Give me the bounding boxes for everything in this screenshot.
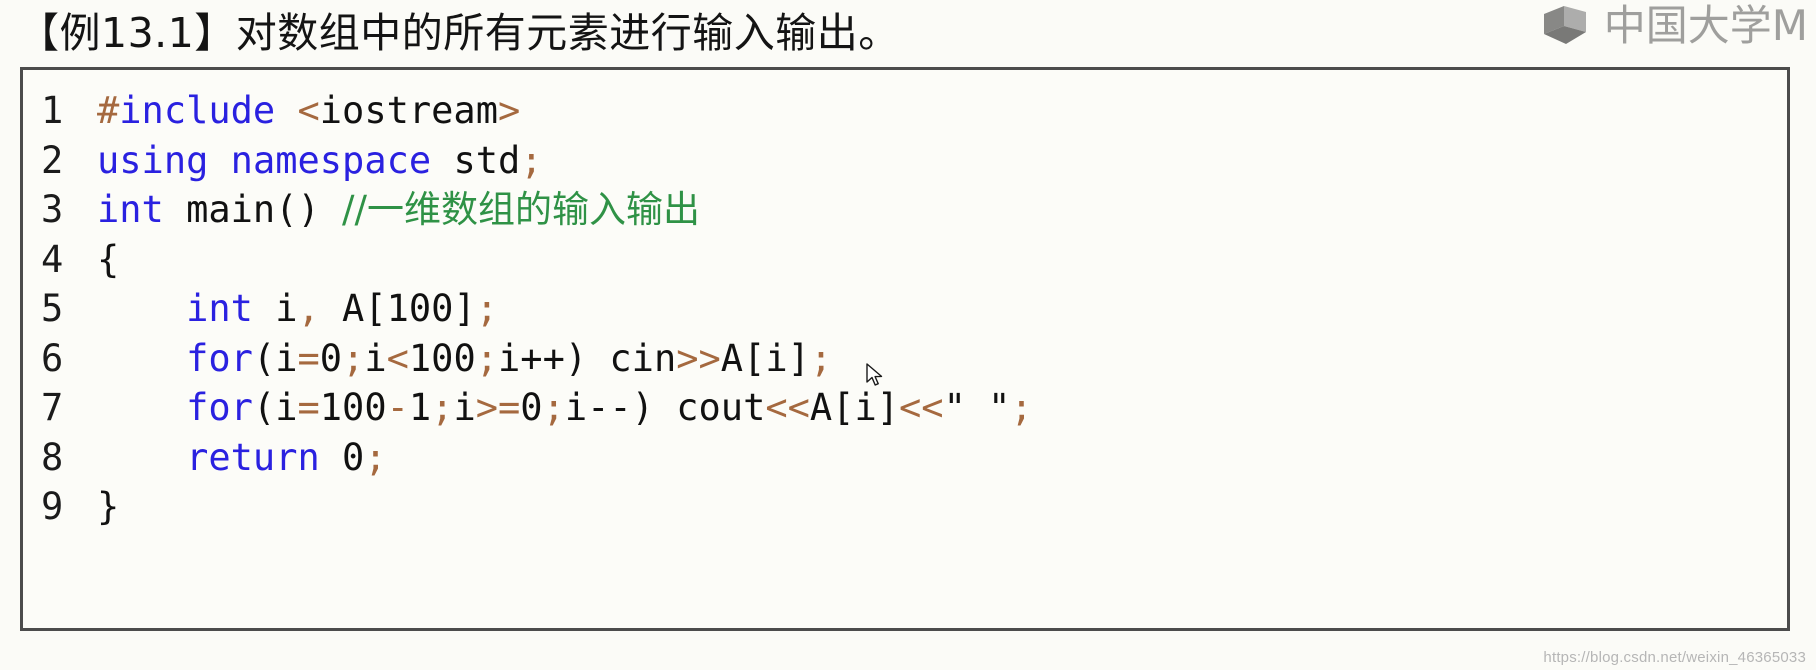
code-token: for — [186, 336, 253, 380]
platform-logo-text: 中国大学M — [1603, 1, 1808, 50]
cube-logo-icon — [1542, 4, 1596, 48]
code-token: int — [97, 188, 164, 231]
line-number: 9 — [41, 485, 64, 528]
line-number: 2 — [41, 138, 64, 182]
code-token: A[ — [319, 287, 387, 330]
code-token: = — [297, 336, 320, 380]
code-token: < — [297, 89, 320, 132]
code-token: ; — [431, 386, 454, 429]
code-token: << — [765, 386, 810, 429]
code-token: < — [386, 336, 409, 380]
code-token: ; — [475, 336, 499, 380]
code-token: i — [453, 386, 476, 429]
code-token: ; — [1010, 386, 1033, 429]
line-number: 1 — [41, 89, 64, 132]
code-token: 100 — [408, 336, 476, 380]
slide-canvas: 【例13.1】对数组中的所有元素进行输入输出。 中国大学M 1 #include … — [0, 0, 1816, 670]
code-token: > — [498, 89, 521, 132]
code-token: ; — [342, 336, 365, 380]
slide-title-row: 【例13.1】对数组中的所有元素进行输入输出。 — [18, 2, 900, 64]
code-token: 100 — [319, 386, 387, 429]
code-line-text: int main() //一维数组的输入输出 — [97, 185, 700, 235]
code-token: ; — [520, 138, 543, 182]
code-token: (i — [252, 336, 298, 380]
code-token: 1 — [408, 386, 432, 429]
code-token: i — [364, 336, 387, 380]
code-token: //一维数组的输入输出 — [342, 188, 700, 231]
code-line: 1 #include <iostream> — [41, 86, 1787, 136]
code-line: 6 for(i=0;i<100;i++) cin>>A[i]; — [41, 334, 1787, 384]
code-token: = — [297, 386, 320, 429]
code-token: iostream — [319, 89, 498, 132]
code-token: int — [186, 287, 253, 330]
code-token: 100 — [386, 287, 454, 330]
code-line-text: for(i=0;i<100;i++) cin>>A[i]; — [97, 334, 832, 384]
code-line: 7 for(i=100-1;i>=0;i--) cout<<A[i]<<" "; — [41, 383, 1787, 433]
code-line-text: { — [97, 235, 119, 285]
line-number: 5 — [41, 287, 64, 330]
code-token: (i — [252, 386, 298, 429]
code-line: 4{ — [41, 235, 1787, 285]
code-token: A[i] — [809, 386, 900, 429]
code-line-text: return 0; — [97, 433, 387, 483]
line-number: 6 — [41, 336, 64, 380]
blog-url-watermark: https://blog.csdn.net/weixin_46365033 — [1543, 649, 1806, 666]
code-token: >> — [676, 336, 721, 380]
code-line: 8 return 0; — [41, 433, 1787, 483]
line-number: 7 — [41, 386, 64, 429]
code-line-text: #include <iostream> — [97, 86, 520, 136]
code-line: 2 using namespace std; — [41, 136, 1787, 186]
code-token: i++) cin — [498, 336, 677, 380]
code-line-text: } — [97, 482, 119, 532]
code-token: std — [453, 138, 521, 182]
code-token: , — [297, 287, 320, 330]
code-token: i — [252, 287, 298, 330]
code-token: # — [97, 89, 120, 132]
code-token: for — [186, 386, 253, 429]
code-token: A[i] — [720, 336, 810, 380]
line-number: 8 — [41, 435, 64, 479]
code-line: 3 int main() //一维数组的输入输出 — [41, 185, 1787, 235]
line-number: 4 — [41, 237, 64, 281]
code-block: 1 #include <iostream> 2 using namespace std… — [20, 67, 1790, 631]
page-title: 【例13.1】对数组中的所有元素进行输入输出。 — [18, 8, 900, 57]
code-lines-container: 1 #include <iostream> 2 using namespace std… — [23, 70, 1787, 532]
code-line: 5 int i, A[100]; — [41, 284, 1787, 334]
code-token: namespace — [230, 138, 432, 182]
code-token: main() — [163, 188, 343, 231]
code-token: " " — [943, 386, 1011, 429]
code-token: 0 — [520, 386, 543, 429]
code-token: } — [97, 485, 120, 528]
code-token: ; — [542, 386, 565, 429]
code-token: i--) cout — [564, 386, 766, 429]
code-token: ; — [475, 287, 498, 330]
code-token: ] — [453, 287, 476, 330]
platform-logo: 中国大学M — [1542, 0, 1808, 56]
code-token: using — [97, 138, 209, 182]
code-token: ; — [809, 336, 833, 380]
code-token: 0 — [319, 435, 365, 479]
code-token: include — [119, 89, 276, 132]
code-token: 0 — [319, 336, 343, 380]
code-token: << — [899, 386, 944, 429]
code-token: return — [186, 435, 320, 479]
code-line: 9} — [41, 482, 1787, 532]
code-line-text: int i, A[100]; — [97, 284, 498, 334]
code-token: ; — [364, 435, 387, 479]
code-line-text: for(i=100-1;i>=0;i--) cout<<A[i]<<" "; — [97, 383, 1033, 433]
code-token: { — [97, 237, 120, 281]
line-number: 3 — [41, 188, 64, 231]
code-line-text: using namespace std; — [97, 136, 543, 186]
code-token: - — [386, 386, 409, 429]
code-token: >= — [475, 386, 521, 429]
